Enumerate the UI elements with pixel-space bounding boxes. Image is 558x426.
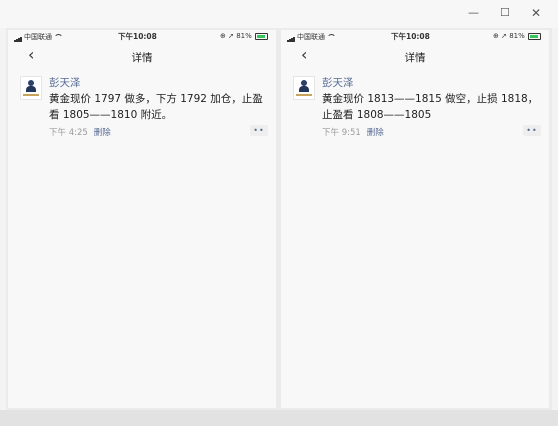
post-time: 下午 4:25 — [49, 128, 88, 138]
wifi-icon — [54, 34, 63, 40]
more-dots-icon[interactable]: •• — [250, 125, 268, 136]
post-content: 黄金现价 1813——1815 做空，止损 1818，止盈看 1808——180… — [322, 93, 539, 121]
maximize-button[interactable]: ☐ — [500, 6, 510, 20]
location-icon: ⊕ ➚ — [493, 32, 507, 40]
phone-screen-right: 中国联通 下午10:08 ⊕ ➚ 81% ‹ 详情 彭天泽 黄金现价 1813—… — [281, 30, 549, 408]
window-title-bar: — ☐ ✕ — [0, 0, 558, 28]
delete-link[interactable]: 删除 — [94, 128, 111, 138]
author-name[interactable]: 彭天泽 — [49, 75, 81, 90]
status-time: 下午10:08 — [391, 32, 430, 41]
status-time: 下午10:08 — [118, 32, 157, 41]
carrier-label: 中国联通 — [24, 33, 52, 41]
post-meta: 下午 9:51 删除 — [322, 126, 384, 138]
status-bar: 中国联通 下午10:08 ⊕ ➚ 81% — [281, 30, 549, 44]
delete-link[interactable]: 删除 — [367, 128, 384, 138]
nav-bar: ‹ 详情 — [8, 44, 276, 70]
status-bar: 中国联通 下午10:08 ⊕ ➚ 81% — [8, 30, 276, 44]
avatar[interactable] — [20, 76, 42, 100]
nav-bar: ‹ 详情 — [281, 44, 549, 70]
signal-icon — [287, 34, 295, 42]
location-icon: ⊕ ➚ — [220, 32, 234, 40]
minimize-button[interactable]: — — [468, 6, 479, 20]
signal-icon — [14, 34, 22, 42]
battery-percent: 81% — [236, 32, 252, 40]
close-button[interactable]: ✕ — [531, 6, 541, 20]
battery-percent: 81% — [509, 32, 525, 40]
bottom-strip — [0, 410, 558, 426]
carrier-label: 中国联通 — [297, 33, 325, 41]
page-title: 详情 — [131, 52, 153, 64]
phone-screen-left: 中国联通 下午10:08 ⊕ ➚ 81% ‹ 详情 彭天泽 黄金现价 1797 … — [8, 30, 276, 408]
page-title: 详情 — [404, 52, 426, 64]
avatar[interactable] — [293, 76, 315, 100]
post-time: 下午 9:51 — [322, 128, 361, 138]
more-dots-icon[interactable]: •• — [523, 125, 541, 136]
battery-icon — [255, 32, 268, 40]
battery-icon — [528, 32, 541, 40]
post-meta: 下午 4:25 删除 — [49, 126, 111, 138]
author-name[interactable]: 彭天泽 — [322, 75, 354, 90]
post-content: 黄金现价 1797 做多，下方 1792 加仓，止盈看 1805——1810 附… — [49, 93, 263, 121]
wifi-icon — [327, 34, 336, 40]
